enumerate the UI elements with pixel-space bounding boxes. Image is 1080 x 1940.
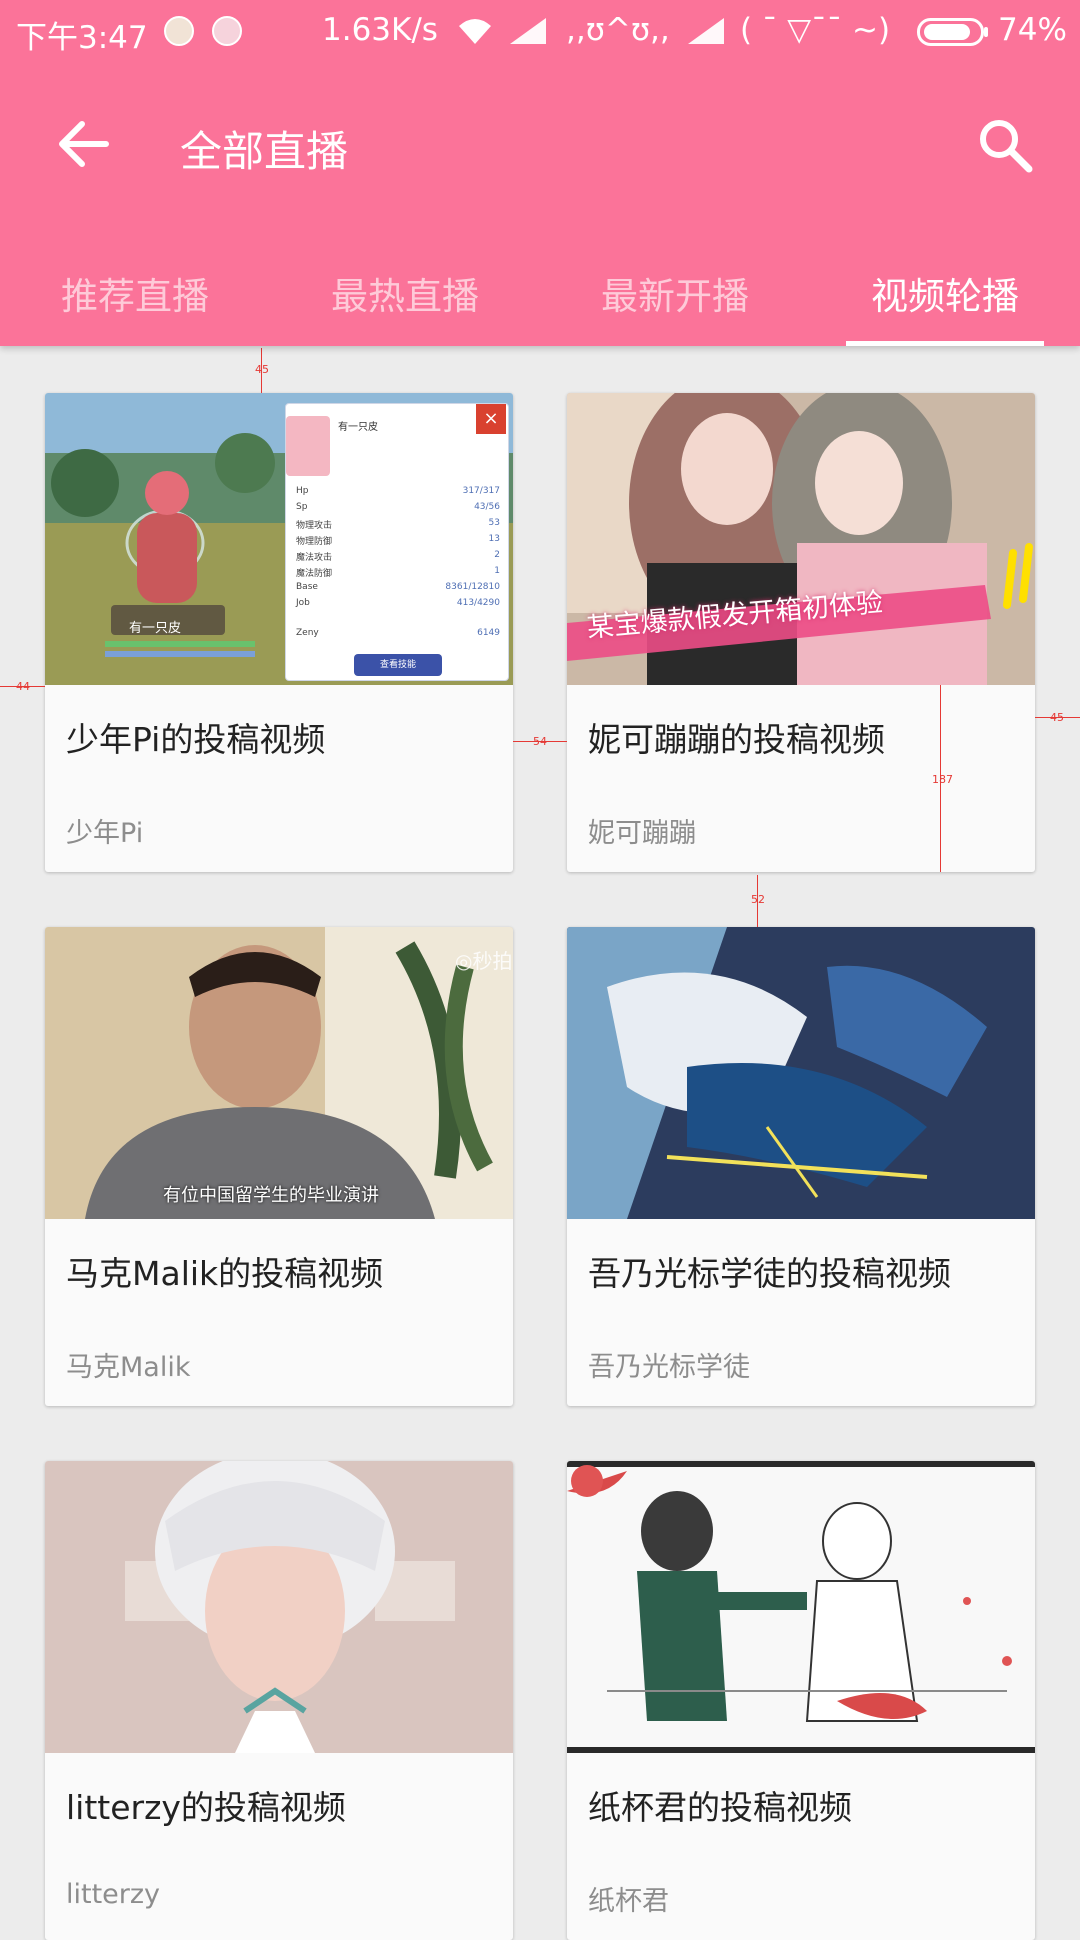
search-icon[interactable]: [976, 116, 1034, 174]
carrier-name-2: ( ¯ ▽¯¯ ~): [740, 12, 891, 48]
vlog-image: [567, 393, 1035, 685]
video-thumbnail: 有一只皮 有一只皮 × Hp 317/317 Sp 43/56 物理攻击 53 物理防…: [45, 393, 513, 685]
battery-percent: 74%: [998, 12, 1067, 48]
tab-active-indicator: [846, 341, 1044, 346]
wifi-icon: [459, 19, 491, 44]
video-card[interactable]: 有位中国留学生的毕业演讲 ◎秒拍 马克Malik的投稿视频 马克Malik: [45, 927, 513, 1406]
video-thumbnail: 某宝爆款假发开箱初体验: [567, 393, 1035, 685]
video-title: 妮可蹦蹦的投稿视频: [588, 720, 885, 759]
video-title: 吾乃光标学徒的投稿视频: [588, 1254, 951, 1293]
app-header: 下午3:47 1.63K/s ,,ʊ^ʊ,, ( ¯ ▽¯¯ ~) 74% 全部…: [0, 0, 1080, 346]
tab-hottest[interactable]: 最热直播: [270, 240, 540, 346]
close-icon[interactable]: ×: [476, 404, 506, 434]
video-author: 妮可蹦蹦: [588, 818, 696, 849]
video-watermark: ◎秒拍: [455, 949, 513, 973]
character-avatar: [286, 416, 330, 476]
page-title: 全部直播: [180, 127, 349, 176]
status-bar: 下午3:47 1.63K/s ,,ʊ^ʊ,, ( ¯ ▽¯¯ ~) 74%: [0, 0, 1080, 62]
view-skills-button[interactable]: 查看技能: [354, 654, 442, 676]
video-card[interactable]: litterzy的投稿视频 litterzy: [45, 1461, 513, 1940]
character-status-panel: 有一只皮 × Hp 317/317 Sp 43/56 物理攻击 53 物理防御 13 魔…: [285, 403, 509, 681]
network-speed: 1.63K/s: [322, 12, 438, 48]
video-author: 吾乃光标学徒: [588, 1352, 750, 1383]
signal-icon: [688, 18, 724, 44]
cosplay-image: [45, 1461, 513, 1753]
video-thumbnail: [567, 927, 1035, 1219]
status-time: 下午3:47: [16, 20, 148, 56]
video-card[interactable]: 纸杯君的投稿视频 纸杯君: [567, 1461, 1035, 1940]
video-title: 少年Pi的投稿视频: [66, 720, 326, 759]
video-card[interactable]: 有一只皮 有一只皮 × Hp 317/317 Sp 43/56 物理攻击 53 物理防…: [45, 393, 513, 872]
measure-label: 44: [16, 680, 30, 693]
signal-icon: [510, 18, 546, 44]
video-thumbnail: [567, 1461, 1035, 1753]
character-name-tag: 有一只皮: [129, 621, 182, 636]
video-title: litterzy的投稿视频: [66, 1788, 346, 1827]
video-author: litterzy: [66, 1879, 161, 1910]
tab-bar: 推荐直播 最热直播 最新开播 视频轮播: [0, 240, 1080, 346]
character-name: 有一只皮: [338, 422, 378, 433]
video-thumbnail: 有位中国留学生的毕业演讲 ◎秒拍: [45, 927, 513, 1219]
battery-icon: [917, 18, 988, 46]
tab-recommended[interactable]: 推荐直播: [0, 240, 270, 346]
measure-label: 45: [1050, 711, 1064, 724]
tab-newest[interactable]: 最新开播: [540, 240, 810, 346]
video-thumbnail: [45, 1461, 513, 1753]
tab-video-carousel[interactable]: 视频轮播: [810, 240, 1080, 346]
carrier-name-1: ,,ʊ^ʊ,,: [566, 12, 670, 48]
toolbar: 全部直播: [0, 88, 1080, 200]
back-icon[interactable]: [56, 118, 112, 170]
notification-avatar-icon: [212, 16, 242, 46]
thumbnail-caption: 有位中国留学生的毕业演讲: [163, 1185, 379, 1206]
tab-label: 最新开播: [601, 275, 749, 318]
video-card[interactable]: 吾乃光标学徒的投稿视频 吾乃光标学徒: [567, 927, 1035, 1406]
video-card[interactable]: 某宝爆款假发开箱初体验 妮可蹦蹦的投稿视频 妮可蹦蹦: [567, 393, 1035, 872]
measure-label: 52: [751, 893, 765, 906]
speaker-image: [45, 927, 513, 1219]
measure-label: 54: [533, 735, 547, 748]
video-title: 纸杯君的投稿视频: [588, 1788, 852, 1827]
video-title: 马克Malik的投稿视频: [66, 1254, 384, 1293]
game-art-image: [567, 927, 1035, 1219]
notification-avatar-icon: [164, 16, 194, 46]
tab-label: 视频轮播: [871, 275, 1019, 318]
measure-label: 187: [932, 773, 953, 786]
stat-row: Hp 317/317 Sp 43/56 物理攻击 53 物理防御 13 魔法攻击 2 魔法…: [296, 486, 500, 638]
video-author: 少年Pi: [66, 818, 144, 849]
tab-label: 最热直播: [331, 275, 479, 318]
tab-label: 推荐直播: [61, 275, 209, 318]
measure-label: 45: [255, 363, 269, 376]
video-author: 纸杯君: [588, 1886, 669, 1917]
video-author: 马克Malik: [66, 1352, 191, 1383]
illustration-image: [567, 1461, 1035, 1753]
